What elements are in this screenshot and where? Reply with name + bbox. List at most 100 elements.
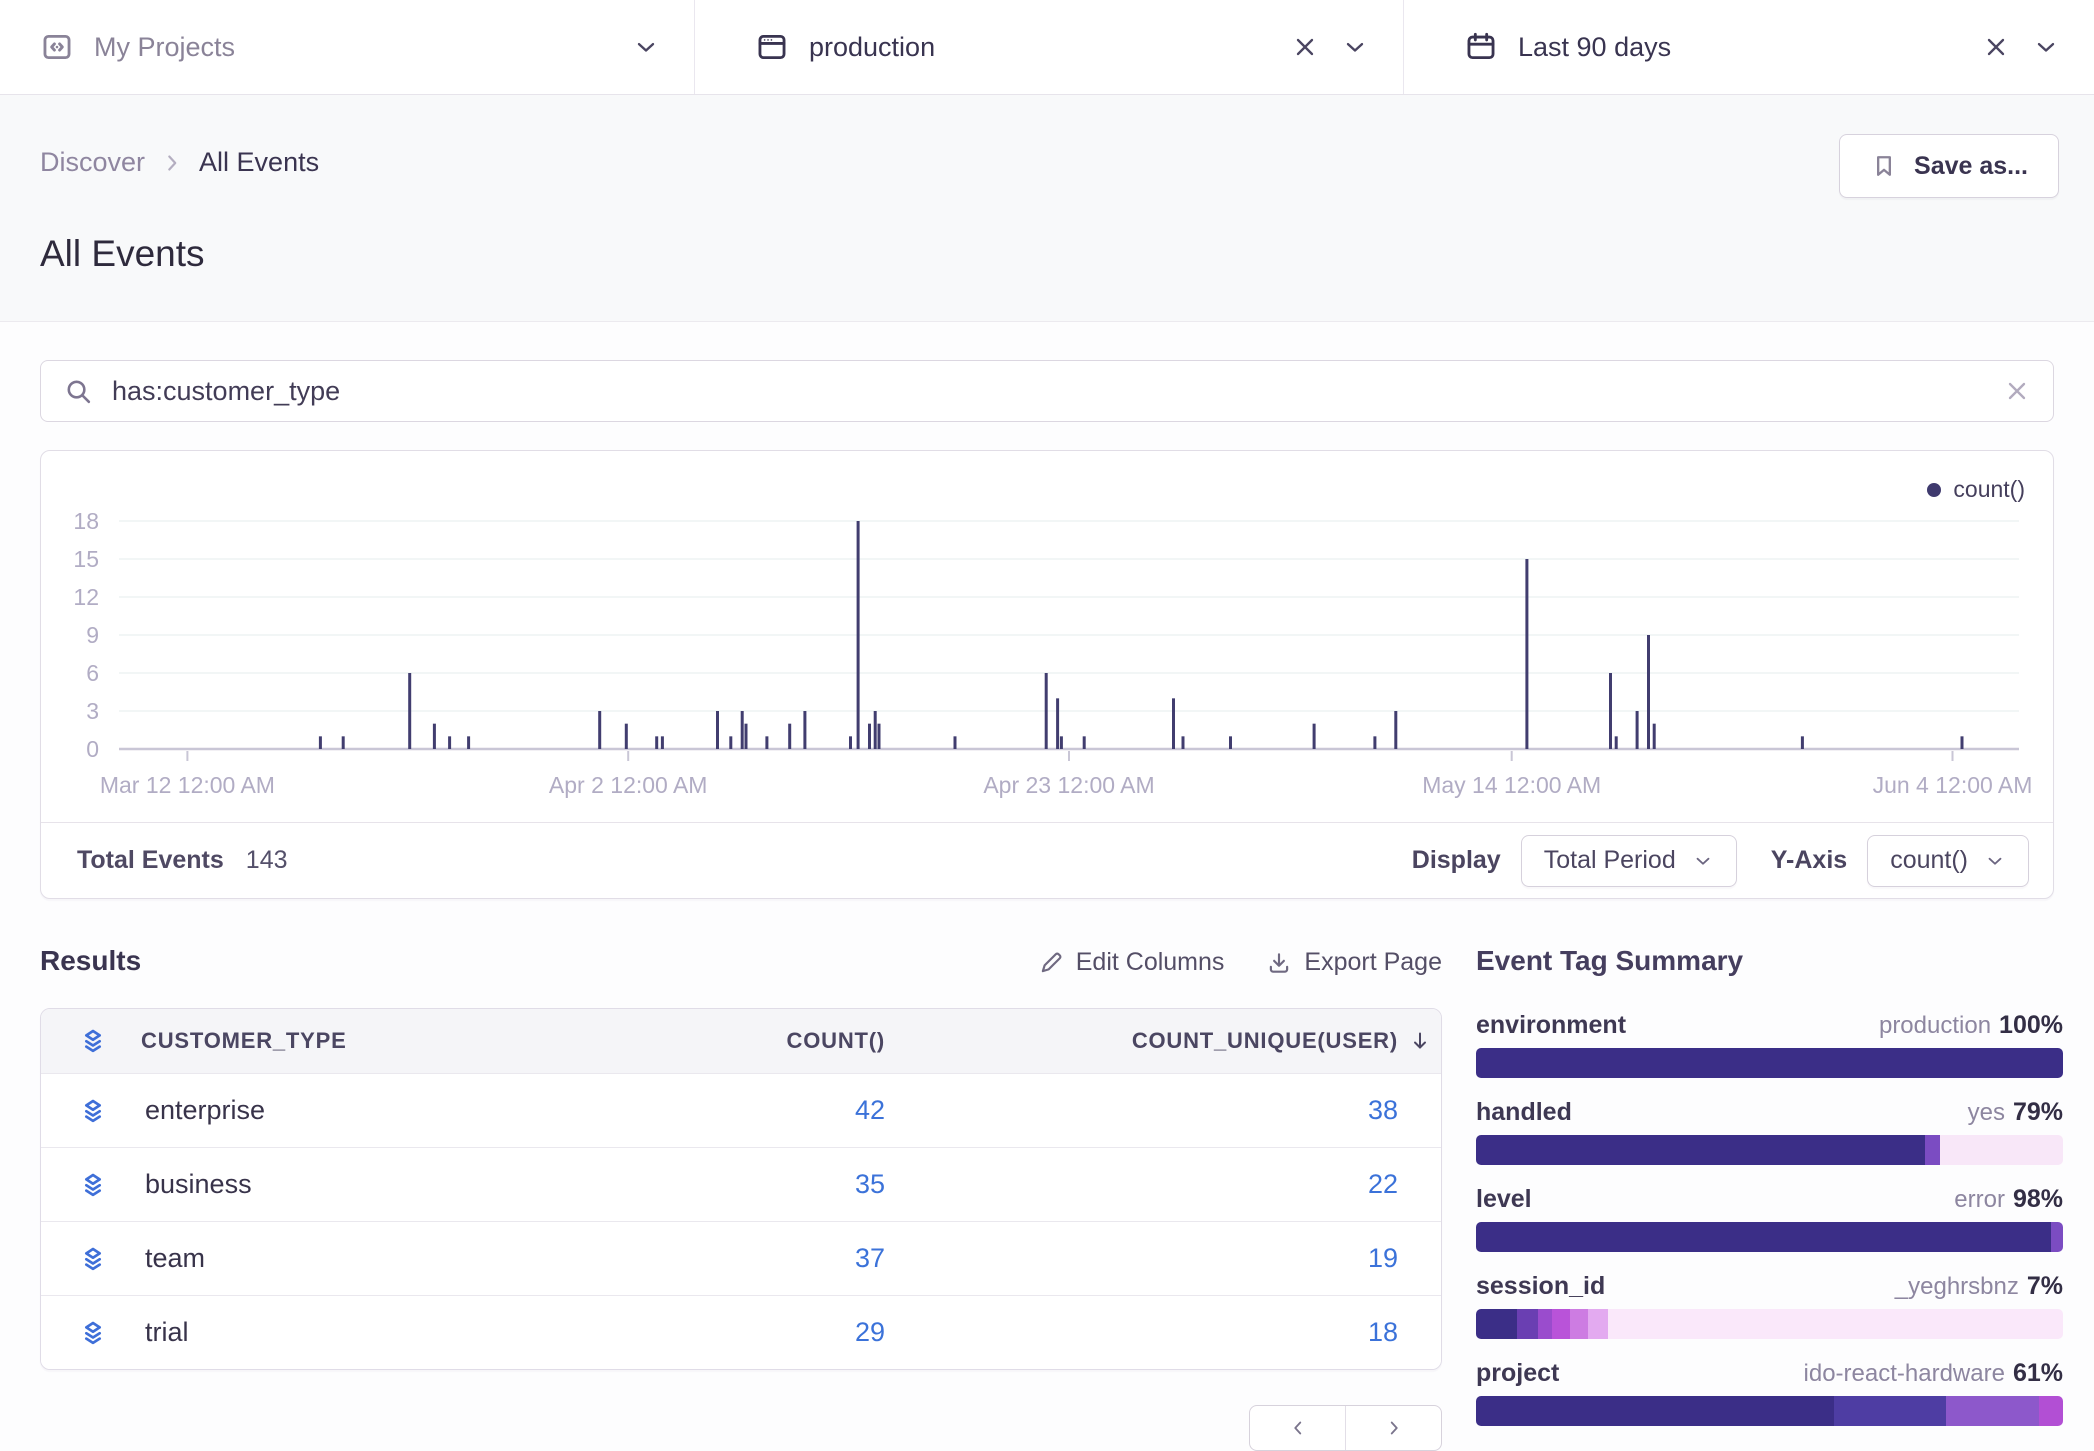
tag-bar-segment[interactable] [1517,1309,1538,1339]
yaxis-dropdown[interactable]: count() [1867,835,2029,887]
bookmark-icon [1870,152,1898,180]
count-cell-link[interactable]: 42 [629,1095,885,1126]
chevron-left-icon [1287,1417,1309,1439]
column-header-count-unique-user[interactable]: COUNT_UNIQUE(USER) [885,1028,1440,1054]
tag-top-value: production100% [1879,1012,2063,1039]
stack-icon [41,1025,141,1057]
tag-bar-segment[interactable] [1476,1135,1925,1165]
legend-dot-icon [1927,483,1941,497]
results-title: Results [40,945,141,977]
environment-selector[interactable]: production [695,0,1403,94]
svg-text:15: 15 [73,546,99,572]
tag-percentage: 79% [2013,1098,2063,1126]
svg-text:Jun 4 12:00 AM: Jun 4 12:00 AM [1873,772,2033,798]
legend-label: count() [1953,476,2025,503]
column-header-customer-type[interactable]: CUSTOMER_TYPE [141,1028,629,1054]
top-bar: My Projects production [0,0,2094,95]
tag-distribution-bar [1476,1222,2063,1252]
export-page-button[interactable]: Export Page [1266,948,1442,977]
table-row: business3522 [41,1147,1441,1221]
events-spike-chart: 0369121518Mar 12 12:00 AMApr 2 12:00 AMA… [41,451,2052,823]
count-cell-link[interactable]: 29 [629,1317,885,1348]
tag-bar-segment[interactable] [1570,1309,1588,1339]
clear-search-icon[interactable] [2003,377,2031,405]
yaxis-label: Y-Axis [1771,846,1847,875]
tag-bar-segment[interactable] [1538,1309,1553,1339]
chevron-right-icon [1383,1417,1405,1439]
chevron-down-icon [1341,33,1369,61]
tag-bar-segment[interactable] [1552,1309,1570,1339]
calendar-icon [1464,30,1498,64]
clear-date-range-icon[interactable] [1982,33,2010,61]
count-unique-user-cell-link[interactable]: 22 [885,1169,1440,1200]
yaxis-dropdown-value: count() [1890,846,1968,875]
table-row: trial2918 [41,1295,1441,1369]
tag-bar-segment[interactable] [1476,1048,2063,1078]
svg-text:9: 9 [86,622,99,648]
clear-environment-icon[interactable] [1291,33,1319,61]
tag-name: session_id [1476,1273,1605,1299]
edit-columns-label: Edit Columns [1076,948,1225,977]
svg-text:18: 18 [73,508,99,534]
tag-name: level [1476,1186,1532,1212]
count-unique-user-cell-link[interactable]: 19 [885,1243,1440,1274]
tag-bar-segment[interactable] [2051,1222,2063,1252]
project-selector[interactable]: My Projects [0,0,694,94]
tag-bar-segment[interactable] [1834,1396,1946,1426]
search-input[interactable] [112,376,1985,407]
count-cell-link[interactable]: 35 [629,1169,885,1200]
tag-bar-segment[interactable] [1946,1396,2040,1426]
tag-bar-segment[interactable] [1608,1309,2063,1339]
chevron-down-icon [2032,33,2060,61]
svg-text:6: 6 [86,660,99,686]
total-events-label: Total Events [77,846,224,875]
chevron-down-icon [1692,850,1714,872]
sort-descending-icon [1408,1029,1432,1053]
column-header-count[interactable]: COUNT() [787,1028,885,1054]
next-page-button[interactable] [1345,1406,1441,1450]
tag-bar-segment[interactable] [1940,1135,2063,1165]
chart-legend-count[interactable]: count() [1927,476,2025,503]
tag-top-value: error98% [1954,1186,2063,1213]
tag-bar-segment[interactable] [1476,1309,1517,1339]
tag-distribution-bar [1476,1048,2063,1078]
tag-top-value: ido-react-hardware61% [1804,1360,2063,1387]
display-label: Display [1412,846,1501,875]
count-unique-user-cell-link[interactable]: 18 [885,1317,1440,1348]
date-range-label: Last 90 days [1518,32,1671,63]
project-selector-label: My Projects [94,32,235,63]
events-chart-card: count() 0369121518Mar 12 12:00 AMApr 2 1… [40,450,2054,899]
stack-icon [41,1243,141,1275]
breadcrumb: Discover All Events [40,147,319,178]
tag-bar-segment[interactable] [1476,1396,1834,1426]
breadcrumb-discover-link[interactable]: Discover [40,147,145,178]
display-dropdown[interactable]: Total Period [1521,835,1737,887]
total-events-value: 143 [246,846,288,875]
pencil-icon [1038,950,1064,976]
customer-type-cell: enterprise [141,1095,629,1126]
results-table: CUSTOMER_TYPE COUNT() COUNT_UNIQUE(USER)… [40,1008,1442,1370]
stack-icon [41,1095,141,1127]
tag-top-value: _yeghrsbnz7% [1895,1273,2063,1300]
search-bar [40,360,2054,422]
count-cell-link[interactable]: 37 [629,1243,885,1274]
stack-icon [41,1317,141,1349]
display-dropdown-value: Total Period [1544,846,1676,875]
table-row: team3719 [41,1221,1441,1295]
tag-bar-segment[interactable] [2039,1396,2062,1426]
chart-footer: Total Events 143 Display Total Period Y-… [41,822,2053,898]
save-as-button[interactable]: Save as... [1839,134,2059,198]
tag-bar-segment[interactable] [1588,1309,1609,1339]
chevron-right-icon [159,150,185,176]
export-page-label: Export Page [1304,948,1442,977]
date-range-selector[interactable]: Last 90 days [1404,0,2094,94]
save-as-label: Save as... [1914,152,2028,181]
count-unique-user-cell-link[interactable]: 38 [885,1095,1440,1126]
tag-bar-segment[interactable] [1925,1135,1940,1165]
tag-top-value: yes79% [1968,1099,2063,1126]
tag-bar-segment[interactable] [1476,1222,2051,1252]
event-tag-summary: environmentproduction100%handledyes79%le… [1476,1012,2063,1447]
previous-page-button[interactable] [1250,1406,1345,1450]
edit-columns-button[interactable]: Edit Columns [1038,948,1225,977]
tag-summary-row: environmentproduction100% [1476,1012,2063,1078]
